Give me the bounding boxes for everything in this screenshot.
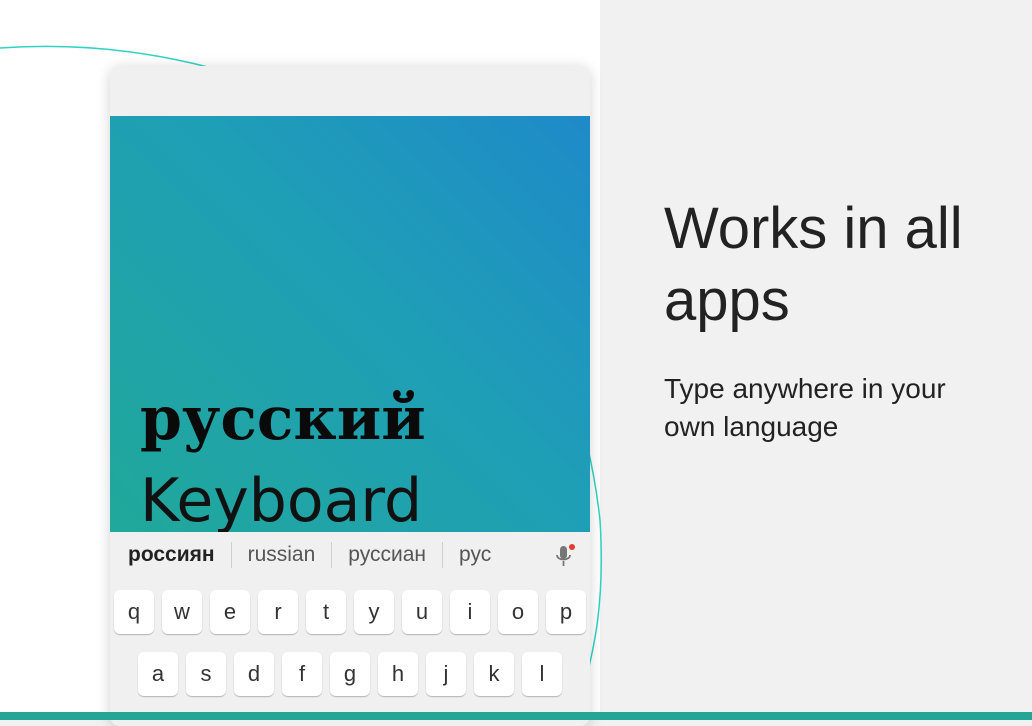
key-h[interactable]: h bbox=[378, 652, 418, 696]
status-bar bbox=[110, 66, 590, 116]
mic-icon[interactable] bbox=[552, 544, 576, 570]
phone-mockup: русский Keyboard россиян russian руссиан… bbox=[110, 66, 590, 726]
hero-title-keyboard: Keyboard bbox=[140, 466, 423, 536]
key-s[interactable]: s bbox=[186, 652, 226, 696]
key-g[interactable]: g bbox=[330, 652, 370, 696]
key-d[interactable]: d bbox=[234, 652, 274, 696]
key-p[interactable]: p bbox=[546, 590, 586, 634]
key-w[interactable]: w bbox=[162, 590, 202, 634]
key-j[interactable]: j bbox=[426, 652, 466, 696]
key-f[interactable]: f bbox=[282, 652, 322, 696]
key-i[interactable]: i bbox=[450, 590, 490, 634]
key-q[interactable]: q bbox=[114, 590, 154, 634]
key-k[interactable]: k bbox=[474, 652, 514, 696]
suggestion-bar: россиян russian руссиан рус bbox=[110, 532, 590, 578]
key-y[interactable]: y bbox=[354, 590, 394, 634]
key-u[interactable]: u bbox=[402, 590, 442, 634]
promo-headline: Works in all apps bbox=[664, 196, 963, 333]
bottom-accent-bar bbox=[0, 712, 1032, 720]
suggestion-item[interactable]: руссиан bbox=[332, 542, 444, 568]
hero-title-russian: русский bbox=[140, 384, 426, 454]
promo-subline: Type anywhere in your own language bbox=[664, 373, 946, 442]
key-r[interactable]: r bbox=[258, 590, 298, 634]
suggestion-item[interactable]: россиян bbox=[110, 542, 232, 568]
key-o[interactable]: o bbox=[498, 590, 538, 634]
key-t[interactable]: t bbox=[306, 590, 346, 634]
key-l[interactable]: l bbox=[522, 652, 562, 696]
hero-banner: русский Keyboard bbox=[110, 116, 590, 536]
key-a[interactable]: a bbox=[138, 652, 178, 696]
suggestion-item[interactable]: рус bbox=[443, 542, 495, 568]
suggestion-item[interactable]: russian bbox=[232, 542, 333, 568]
key-e[interactable]: e bbox=[210, 590, 250, 634]
